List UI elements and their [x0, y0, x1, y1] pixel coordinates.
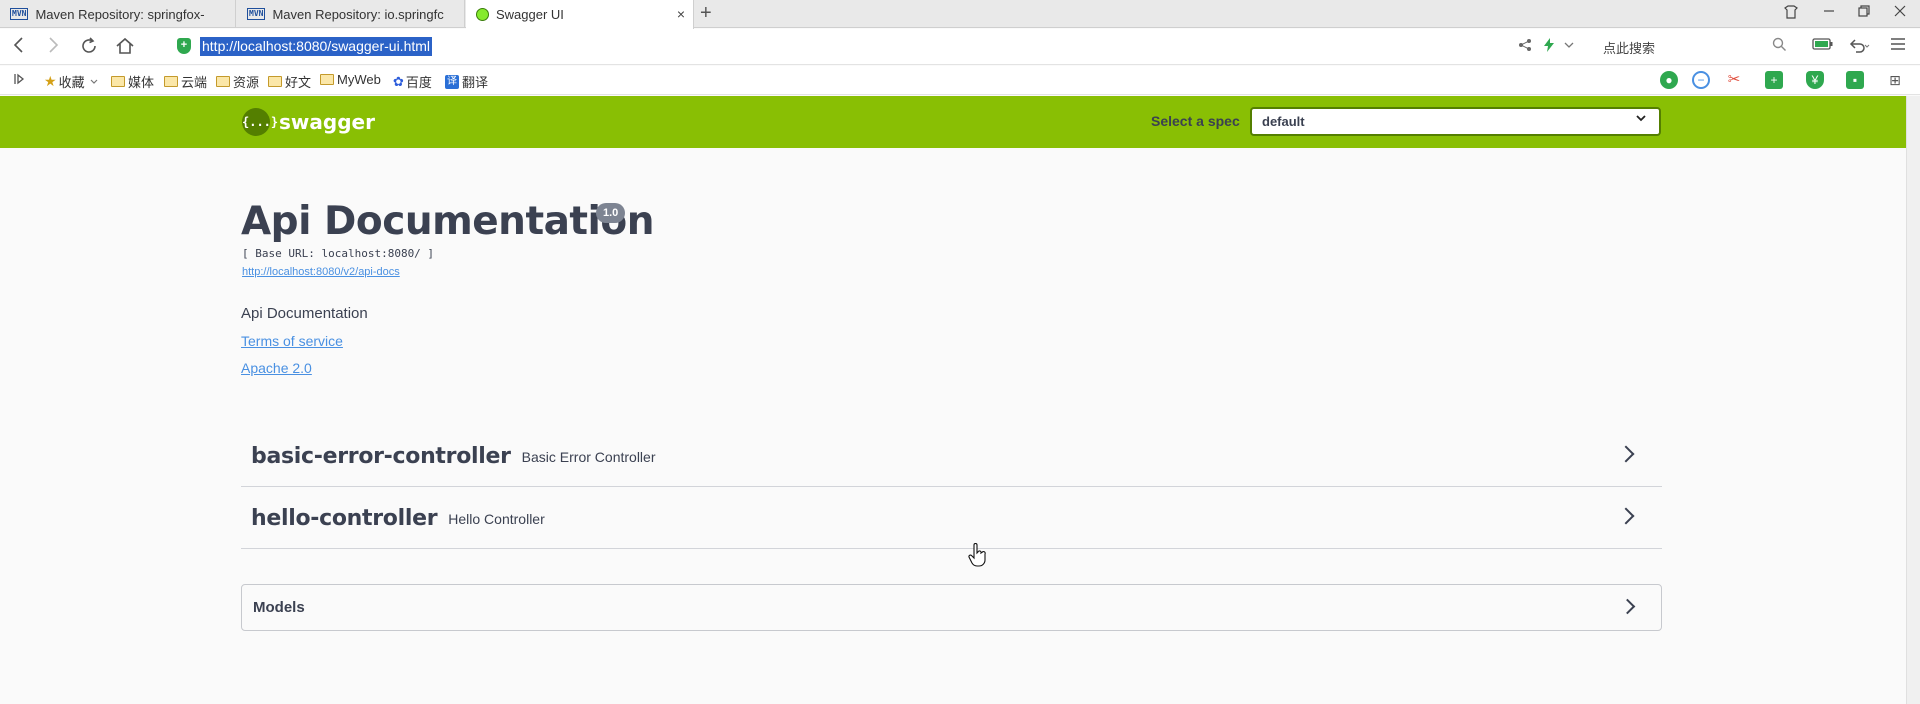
scissors-icon[interactable]: ✂	[1725, 71, 1743, 89]
bookmark-label: 资源	[233, 75, 260, 90]
folder-icon	[216, 76, 230, 87]
browser-nav-bar: + http://localhost:8080/swagger-ui.html …	[0, 29, 1920, 65]
version-badge: 1.0	[596, 203, 626, 223]
bookmark-label: 百度	[405, 75, 432, 90]
swagger-page: {...} swagger Select a spec default Api …	[0, 96, 1906, 704]
back-icon[interactable]	[12, 36, 26, 58]
swagger-logo-icon: {...}	[242, 108, 278, 136]
swagger-logo-text: swagger	[279, 110, 375, 134]
folder-icon	[268, 76, 282, 87]
extension-green-icon[interactable]: ●	[1660, 71, 1678, 89]
tab-title: Maven Repository: io.springfc	[272, 6, 444, 22]
lightning-icon[interactable]	[1543, 38, 1555, 55]
extension-add-icon[interactable]: +	[1765, 71, 1783, 89]
bookmark-label: MyWeb	[337, 72, 381, 87]
chevron-right-icon	[1617, 445, 1635, 463]
address-bar-url[interactable]: http://localhost:8080/swagger-ui.html	[200, 37, 433, 56]
sidebar-toggle-icon[interactable]	[13, 72, 25, 86]
bookmark-articles[interactable]: 好文	[268, 72, 311, 91]
browser-search-input[interactable]: 点此搜索	[1603, 38, 1655, 57]
skin-icon[interactable]	[1783, 4, 1799, 23]
chevron-down-icon[interactable]	[1563, 38, 1575, 54]
chevron-down-icon	[90, 79, 98, 84]
bookmark-bar: ★ 收藏 媒体 云端 资源 好文 MyWeb ✿ 百度 译 翻译 ● − ✂ +…	[0, 66, 1920, 95]
tag-hello-controller[interactable]: hello-controller Hello Controller	[241, 488, 1662, 549]
page-scrollbar[interactable]	[1906, 96, 1920, 704]
bookmark-label: 收藏	[58, 75, 85, 90]
info-description: Api Documentation	[241, 305, 368, 322]
close-window-icon[interactable]	[1893, 4, 1907, 21]
chevron-right-icon	[1619, 598, 1636, 615]
tag-description: Hello Controller	[448, 511, 545, 527]
bookmark-resources[interactable]: 资源	[216, 72, 259, 91]
hand-cursor-icon	[968, 543, 986, 573]
bookmark-label: 翻译	[462, 75, 489, 90]
swagger-logo[interactable]: {...} swagger	[242, 108, 375, 136]
base-url: [ Base URL: localhost:8080/ ]	[242, 247, 435, 260]
minimize-icon[interactable]	[1822, 4, 1836, 21]
security-shield-icon[interactable]: ¥	[1806, 71, 1824, 89]
bookmark-cloud[interactable]: 云端	[164, 72, 207, 91]
tag-name: hello-controller	[251, 505, 438, 531]
secure-shield-icon[interactable]: +	[177, 38, 191, 54]
folder-icon	[164, 76, 178, 87]
baidu-paw-icon: ✿	[393, 73, 404, 89]
tag-name: basic-error-controller	[251, 443, 511, 469]
forward-icon[interactable]	[46, 36, 60, 58]
tab-title: Swagger UI	[496, 7, 564, 22]
extension-blue-icon[interactable]: −	[1692, 71, 1710, 89]
models-title: Models	[253, 599, 305, 616]
models-section[interactable]: Models	[241, 584, 1662, 631]
battery-icon[interactable]	[1812, 37, 1834, 56]
folder-icon	[111, 76, 125, 87]
api-docs-link[interactable]: http://localhost:8080/v2/api-docs	[242, 266, 400, 278]
swagger-icon	[476, 8, 489, 21]
page-title: Api Documentation	[241, 199, 654, 244]
star-icon: ★	[44, 73, 57, 89]
chevron-down-icon	[1635, 112, 1647, 127]
browser-tab-3[interactable]: Swagger UI ×	[466, 0, 694, 29]
search-icon[interactable]	[1772, 37, 1787, 56]
mvn-icon: MVN	[10, 8, 29, 20]
game-icon[interactable]: ▪	[1846, 71, 1864, 89]
share-icon[interactable]	[1518, 38, 1532, 55]
undo-icon[interactable]	[1848, 37, 1870, 58]
spec-select[interactable]: default	[1250, 107, 1661, 136]
tag-description: Basic Error Controller	[521, 449, 656, 465]
license-link[interactable]: Apache 2.0	[241, 360, 312, 376]
bookmark-baidu[interactable]: ✿ 百度	[393, 72, 432, 91]
home-icon[interactable]	[115, 36, 135, 60]
bookmark-media[interactable]: 媒体	[111, 72, 154, 91]
translate-icon: 译	[445, 74, 459, 89]
swagger-topbar: {...} swagger Select a spec default	[0, 96, 1906, 148]
bookmark-translate[interactable]: 译 翻译	[445, 72, 488, 91]
tag-basic-error-controller[interactable]: basic-error-controller Basic Error Contr…	[241, 426, 1662, 487]
new-tab-button[interactable]: +	[700, 2, 712, 24]
terms-of-service-link[interactable]: Terms of service	[241, 333, 343, 349]
bookmark-label: 媒体	[128, 75, 155, 90]
close-icon[interactable]: ×	[677, 6, 685, 22]
restore-icon[interactable]	[1857, 4, 1871, 21]
folder-icon	[320, 74, 334, 85]
mvn-icon: MVN	[247, 8, 266, 20]
grid-icon[interactable]: ⊞	[1886, 71, 1904, 89]
browser-tab-bar: MVN Maven Repository: springfox- MVN Mav…	[0, 0, 1920, 29]
menu-icon[interactable]	[1890, 37, 1906, 56]
bookmark-label: 好文	[285, 75, 312, 90]
browser-tab-1[interactable]: MVN Maven Repository: springfox-	[0, 0, 236, 28]
browser-tab-2[interactable]: MVN Maven Repository: io.springfc	[237, 0, 465, 28]
bookmark-favorites[interactable]: ★ 收藏	[44, 72, 99, 91]
bookmark-myweb[interactable]: MyWeb	[320, 72, 381, 87]
select-spec-label: Select a spec	[1151, 113, 1240, 129]
spec-select-value: default	[1262, 114, 1305, 129]
tab-title: Maven Repository: springfox-	[35, 6, 205, 22]
bookmark-label: 云端	[181, 75, 208, 90]
reload-icon[interactable]	[79, 36, 99, 60]
chevron-right-icon	[1617, 507, 1635, 525]
